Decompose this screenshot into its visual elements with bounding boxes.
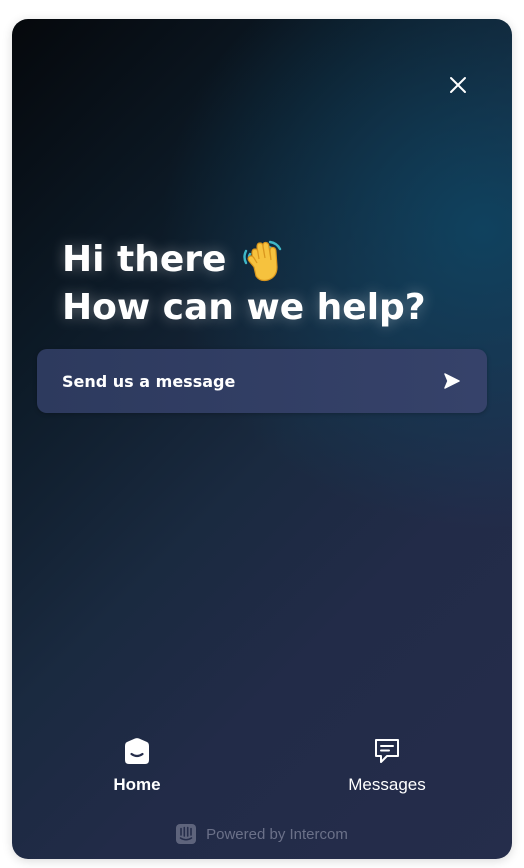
- messenger-widget: Hi there How can we help? Send us a mess…: [12, 19, 512, 859]
- greeting-help-text: How can we help?: [62, 287, 426, 328]
- greeting-heading: Hi there How can we help?: [62, 236, 426, 332]
- close-icon: [450, 77, 466, 93]
- close-button[interactable]: [444, 71, 472, 99]
- messages-icon: [372, 736, 402, 766]
- waving-hand-icon: [243, 240, 282, 282]
- powered-by-text: Powered by Intercom: [206, 825, 348, 843]
- intercom-logo-icon: [176, 824, 197, 844]
- powered-by-footer[interactable]: Powered by Intercom: [12, 824, 512, 844]
- home-icon: [122, 736, 152, 766]
- bottom-nav: Home Messages: [12, 724, 512, 814]
- greeting-line-2: How can we help?: [62, 284, 426, 332]
- greeting-hi-text: Hi there: [62, 239, 227, 280]
- nav-messages-tab[interactable]: Messages: [317, 736, 457, 795]
- send-message-label: Send us a message: [62, 371, 236, 391]
- nav-messages-label: Messages: [348, 775, 426, 794]
- send-arrow-icon: [443, 372, 461, 390]
- nav-home-tab[interactable]: Home: [67, 736, 207, 795]
- send-message-button[interactable]: Send us a message: [37, 349, 487, 413]
- greeting-line-1: Hi there: [62, 236, 426, 284]
- nav-home-label: Home: [113, 775, 161, 794]
